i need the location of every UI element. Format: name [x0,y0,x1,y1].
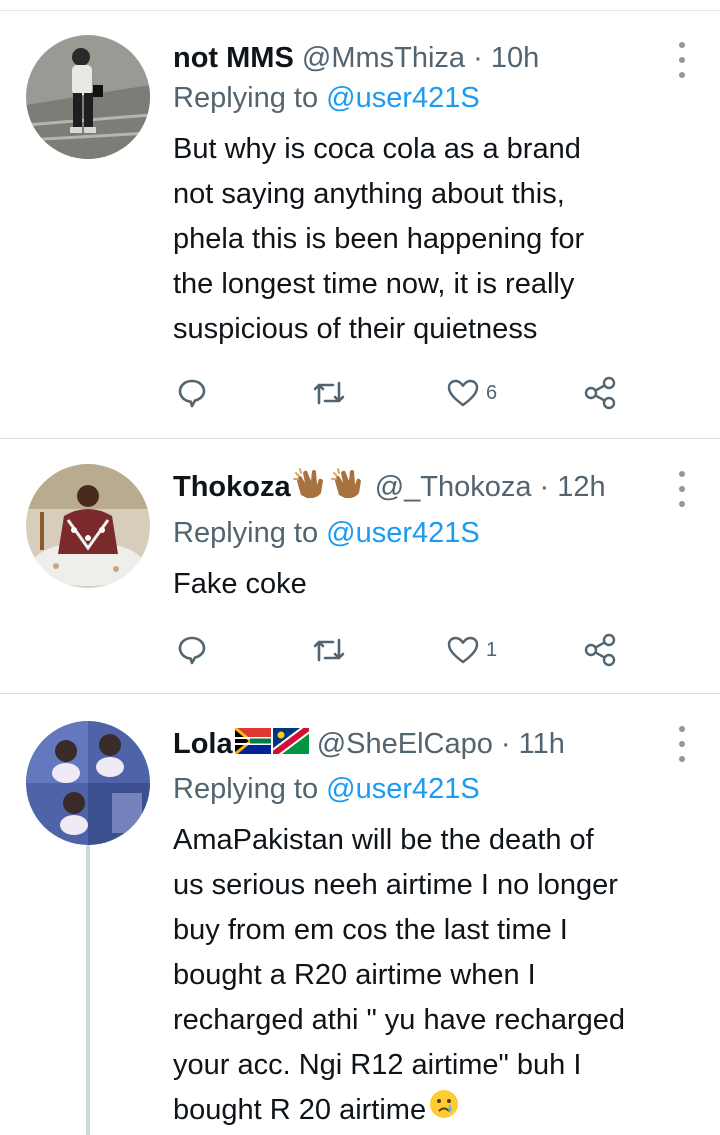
tweet-text-line: bought a R20 airtime when I [173,959,536,991]
replying-to: Replying to @user421S [173,78,480,118]
tweet-text-line: Fake coke [173,568,307,600]
display-name[interactable]: Thokoza [173,471,291,503]
display-name[interactable]: not MMS [173,42,294,74]
like-button[interactable]: 6 [446,373,497,413]
tweet-text: AmaPakistan will be the death of us seri… [173,818,703,1134]
user-handle[interactable]: @MmsThiza [302,42,465,74]
retweet-button[interactable] [311,630,347,670]
timestamp[interactable]: 11h [519,728,565,760]
like-button[interactable]: 1 [446,630,497,670]
tweet-text-line: But why is coca cola as a brand [173,133,581,165]
namibia-flag-emoji [267,722,314,765]
separator-dot: · [473,42,483,74]
replying-to: Replying to @user421S [173,769,480,809]
thread-connector-line [86,845,90,1135]
reply-icon [178,636,206,665]
more-options-icon[interactable] [676,469,686,509]
tweet-2[interactable]: Thokoza @_Thokoza · 12h Replying to @use… [0,439,720,694]
replying-to-label: Replying to [173,517,319,549]
tweet-1[interactable]: not MMS @MmsThiza · 10h Replying to @use… [0,10,720,439]
action-bar: 1 [173,630,653,670]
mention-link[interactable]: @user421S [326,517,480,549]
tweet-header: Lola @SheElCapo · 11h [173,722,565,765]
avatar[interactable] [26,721,150,845]
mention-link[interactable]: @user421S [326,82,480,114]
avatar[interactable] [26,35,150,159]
replying-to-label: Replying to [173,82,319,114]
retweet-button[interactable] [311,373,347,413]
tweet-text-line: the longest time now, it is really [173,268,575,300]
share-button[interactable] [583,373,619,413]
like-count: 6 [486,381,498,404]
tweet-text: Fake coke [173,562,703,607]
crying-face-emoji [428,1088,460,1134]
tweet-text-line: AmaPakistan will be the death of [173,824,594,856]
reply-button[interactable] [176,630,208,670]
reply-icon [178,379,206,408]
tweet-text-line: suspicious of their quietness [173,313,538,345]
reply-button[interactable] [176,373,208,413]
separator-dot: · [539,471,550,504]
timestamp[interactable]: 10h [491,42,539,74]
clapping-hands-emoji [292,467,329,510]
tweet-text-line: us serious neeh airtime I no longer [173,869,618,901]
tweet-text-line: buy from em cos the last time I [173,914,568,946]
retweet-icon [313,638,345,662]
user-handle[interactable]: @_Thokoza [375,471,532,503]
tweet-text-line: your acc. Ngi R12 airtime" buh I [173,1049,582,1081]
heart-icon [447,379,479,407]
south-africa-flag-emoji [233,725,271,765]
more-options-icon[interactable] [676,724,686,764]
clapping-hands-emoji [330,467,367,510]
more-options-icon[interactable] [676,40,686,80]
timestamp[interactable]: 12h [557,471,605,503]
display-name[interactable]: Lola [173,728,233,760]
share-button[interactable] [583,630,619,670]
tweet-3[interactable]: Lola @SheElCapo · 11h Replying to @user4… [0,694,720,1127]
heart-icon [447,636,479,664]
separator-dot: · [500,728,511,760]
replying-to: Replying to @user421S [173,513,480,553]
user-handle[interactable]: @SheElCapo [317,728,493,760]
share-icon [584,633,616,667]
like-count: 1 [486,638,498,661]
avatar[interactable] [26,464,150,588]
action-bar: 6 [173,373,653,413]
tweet-text-line: not saying anything about this, [173,178,565,210]
mention-link[interactable]: @user421S [326,773,480,805]
tweet-text-line: recharged athi " yu have recharged [173,1004,626,1036]
tweet-header: Thokoza @_Thokoza · 12h [173,467,606,507]
tweet-text-line-last: bought R 20 airtime [173,1088,703,1134]
tweet-text-line: bought R 20 airtime [173,1094,427,1126]
retweet-icon [313,381,345,405]
tweet-text: But why is coca cola as a brand not sayi… [173,127,703,352]
share-icon [584,376,616,410]
replying-to-label: Replying to [173,773,319,805]
tweet-text-line: phela this is been happening for [173,223,585,255]
tweet-header: not MMS @MmsThiza · 10h [173,38,539,78]
